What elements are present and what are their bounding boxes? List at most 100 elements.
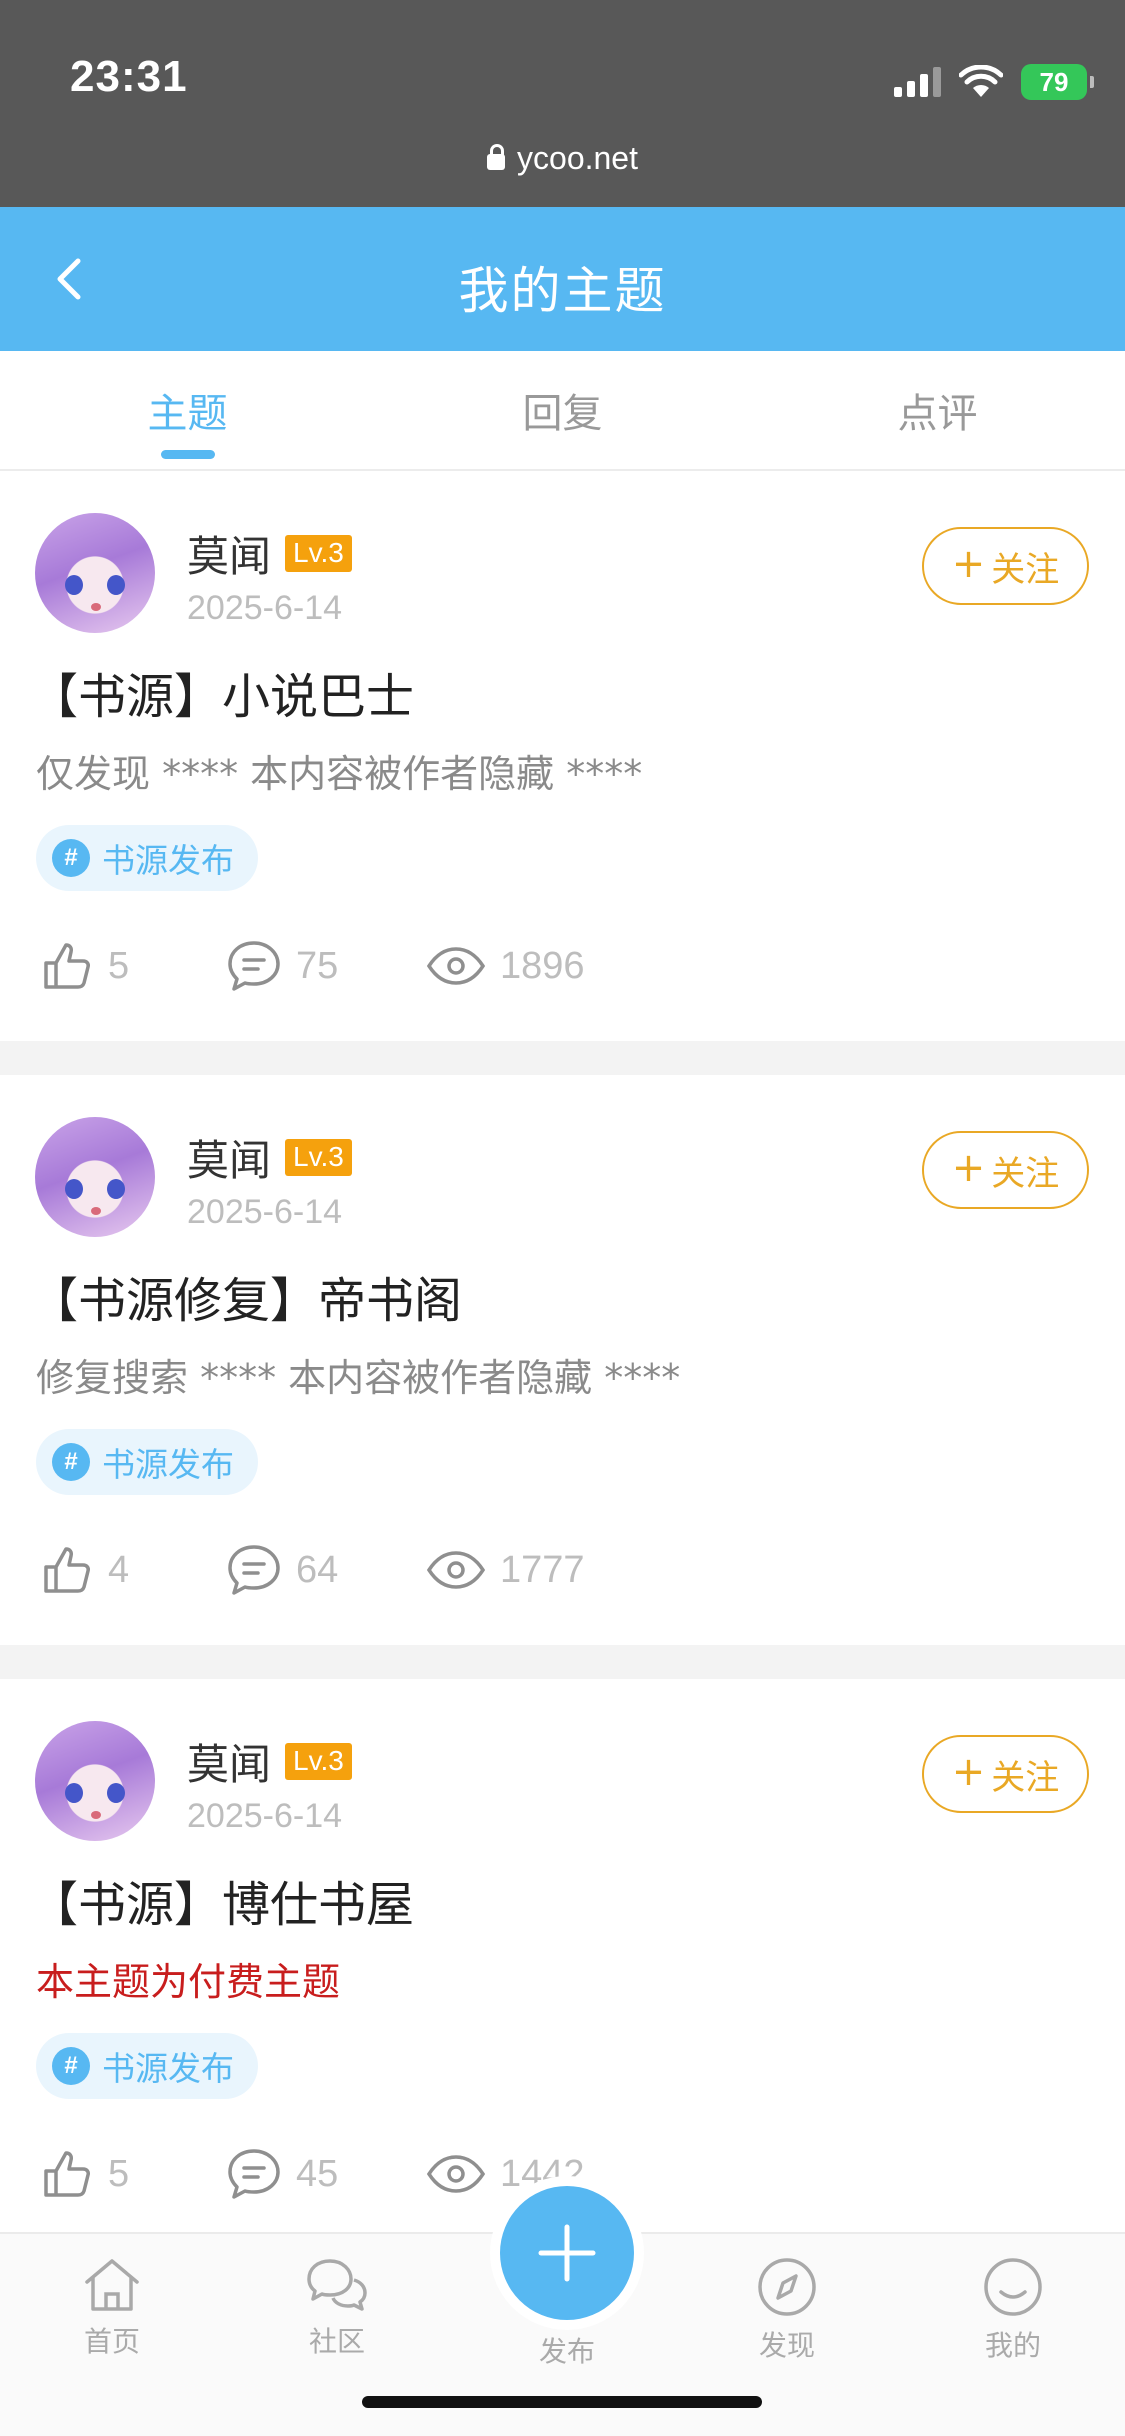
hashtag-icon: # [52, 839, 90, 877]
plus-icon [538, 2224, 596, 2282]
tab-label: 主题 [147, 391, 228, 437]
nav-discover[interactable]: 发现 [727, 2256, 847, 2364]
nav-label: 社区 [308, 2325, 365, 2358]
home-indicator [362, 2396, 762, 2408]
view-count: 1896 [500, 944, 585, 987]
category-tag[interactable]: # 书源发布 [36, 825, 258, 891]
plus-icon: + [951, 1749, 986, 1795]
tab-label: 回复 [522, 391, 603, 437]
comment-icon [228, 1545, 280, 1595]
topic-title[interactable]: 【书源】小说巴士 [30, 657, 414, 727]
nav-community[interactable]: 社区 [277, 2256, 397, 2360]
like-stat[interactable]: 5 [40, 2147, 226, 2201]
like-stat[interactable]: 4 [40, 1543, 226, 1597]
post-date: 2025-6-14 [187, 1797, 343, 1835]
cellular-signal-icon [894, 67, 941, 97]
comment-stat[interactable]: 75 [226, 939, 426, 993]
topic-excerpt: 仅发现 **** 本内容被作者隐藏 **** [36, 752, 643, 796]
follow-label: 关注 [991, 1153, 1060, 1194]
comment-icon [228, 2149, 280, 2199]
level-badge: Lv.3 [285, 1139, 352, 1176]
card-divider [0, 1041, 1125, 1075]
status-time: 23:31 [70, 52, 188, 101]
avatar[interactable] [35, 513, 155, 633]
topic-card[interactable]: 莫闻 Lv.3 2025-6-14 + 关注 【书源】博仕书屋 本主题为付费主题 … [0, 1679, 1125, 2249]
post-date: 2025-6-14 [187, 589, 343, 627]
topic-stats: 5 75 1896 [40, 931, 585, 1001]
status-bar: 23:31 79 ycoo.net [0, 0, 1125, 207]
compass-icon [758, 2258, 816, 2316]
follow-button[interactable]: + 关注 [922, 527, 1089, 605]
author-info: 莫闻 Lv.3 [187, 1127, 352, 1188]
post-date: 2025-6-14 [187, 1193, 343, 1231]
eye-icon [426, 2155, 486, 2193]
eye-icon [426, 947, 486, 985]
comment-stat[interactable]: 45 [226, 2147, 426, 2201]
avatar[interactable] [35, 1721, 155, 1841]
nav-mine[interactable]: 我的 [953, 2256, 1073, 2364]
card-divider [0, 1645, 1125, 1679]
plus-icon: + [951, 1145, 986, 1191]
tab-replies[interactable]: 回复 [375, 351, 750, 469]
comment-icon [228, 941, 280, 991]
view-stat: 1896 [426, 945, 585, 988]
author-info: 莫闻 Lv.3 [187, 1731, 352, 1792]
page-title: 我的主题 [458, 262, 667, 320]
topic-title[interactable]: 【书源】博仕书屋 [30, 1865, 414, 1935]
topic-title[interactable]: 【书源修复】帝书阁 [30, 1261, 462, 1331]
like-count: 4 [108, 1548, 130, 1591]
wifi-icon [959, 65, 1003, 97]
follow-label: 关注 [991, 549, 1060, 590]
tab-bar: 主题 回复 点评 [0, 351, 1125, 471]
topic-feed: 莫闻 Lv.3 2025-6-14 + 关注 【书源】小说巴士 仅发现 **** … [0, 471, 1125, 2249]
plus-icon: + [951, 541, 986, 587]
follow-button[interactable]: + 关注 [922, 1735, 1089, 1813]
topic-card[interactable]: 莫闻 Lv.3 2025-6-14 + 关注 【书源】小说巴士 仅发现 **** … [0, 471, 1125, 1041]
publish-label: 发布 [538, 2335, 595, 2368]
comment-stat[interactable]: 64 [226, 1543, 426, 1597]
tag-label: 书源发布 [102, 841, 234, 880]
chat-bubbles-icon [307, 2259, 367, 2311]
tab-label: 点评 [897, 391, 978, 437]
author-name[interactable]: 莫闻 [187, 1127, 271, 1188]
author-info: 莫闻 Lv.3 [187, 523, 352, 584]
follow-label: 关注 [991, 1757, 1060, 1798]
level-badge: Lv.3 [285, 1743, 352, 1780]
tag-label: 书源发布 [102, 1445, 234, 1484]
battery-icon: 79 [1021, 64, 1094, 100]
author-name[interactable]: 莫闻 [187, 523, 271, 584]
topic-card[interactable]: 莫闻 Lv.3 2025-6-14 + 关注 【书源修复】帝书阁 修复搜索 ***… [0, 1075, 1125, 1645]
nav-home[interactable]: 首页 [52, 2256, 172, 2360]
topic-stats: 4 64 1777 [40, 1535, 585, 1605]
battery-level: 79 [1039, 66, 1069, 97]
url-text: ycoo.net [517, 140, 638, 176]
nav-label: 发现 [758, 2329, 815, 2362]
thumbs-up-icon [44, 943, 90, 989]
tab-comments[interactable]: 点评 [750, 351, 1125, 469]
category-tag[interactable]: # 书源发布 [36, 2033, 258, 2099]
app-header: 我的主题 [0, 207, 1125, 351]
publish-button[interactable] [500, 2186, 634, 2320]
follow-button[interactable]: + 关注 [922, 1131, 1089, 1209]
comment-count: 64 [296, 1548, 339, 1591]
avatar[interactable] [35, 1117, 155, 1237]
like-count: 5 [108, 944, 130, 987]
view-count: 1777 [500, 1548, 585, 1591]
paid-topic-notice: 本主题为付费主题 [36, 1960, 341, 2004]
like-stat[interactable]: 5 [40, 939, 226, 993]
url-bar[interactable]: ycoo.net [0, 140, 1125, 177]
home-icon [85, 2259, 139, 2311]
level-badge: Lv.3 [285, 535, 352, 572]
hashtag-icon: # [52, 1443, 90, 1481]
nav-label: 首页 [83, 2325, 140, 2358]
hashtag-icon: # [52, 2047, 90, 2085]
thumbs-up-icon [44, 2151, 90, 2197]
topic-stats: 5 45 1442 [40, 2139, 585, 2209]
eye-icon [426, 1551, 486, 1589]
lock-icon [487, 144, 506, 170]
comment-count: 45 [296, 2152, 339, 2195]
author-name[interactable]: 莫闻 [187, 1731, 271, 1792]
nav-label: 我的 [984, 2329, 1041, 2362]
tab-topics[interactable]: 主题 [0, 351, 375, 469]
category-tag[interactable]: # 书源发布 [36, 1429, 258, 1495]
